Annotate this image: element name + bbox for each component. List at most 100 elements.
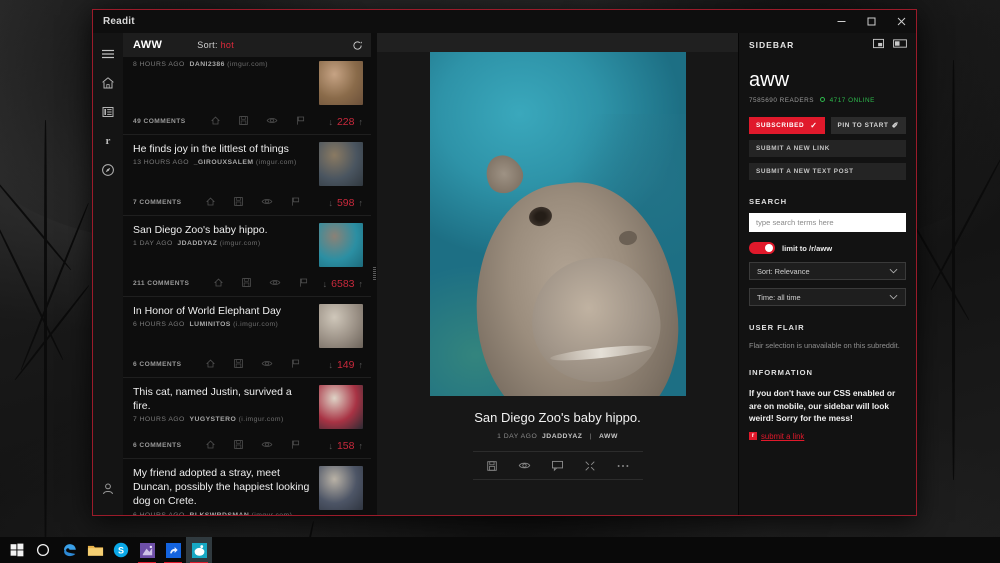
eye-icon[interactable] [261, 194, 273, 212]
flag-icon[interactable] [298, 275, 309, 293]
expand-icon[interactable] [584, 460, 596, 472]
pin-to-start-button[interactable]: PIN TO START ✐ [830, 117, 906, 134]
subscribed-button[interactable]: SUBSCRIBED ✓ [749, 117, 825, 134]
post-thumbnail[interactable] [319, 61, 363, 105]
maximize-button[interactable] [856, 10, 886, 33]
subreddits-icon[interactable] [93, 97, 123, 126]
search-input[interactable] [749, 213, 906, 232]
save-icon[interactable] [486, 460, 498, 472]
submit-new-text-post-button[interactable]: SUBMIT A NEW TEXT POST [749, 163, 906, 180]
sort-control[interactable]: Sort: hot [197, 40, 234, 50]
cortana-button[interactable] [30, 537, 56, 563]
downvote-arrow-icon[interactable]: ↓ [328, 360, 333, 370]
post-author[interactable]: LUMINITOS [189, 321, 230, 328]
post-list-item[interactable]: San Diego Zoo's baby hippo. 1 DAY AGO JDA… [123, 216, 371, 297]
eye-icon[interactable] [518, 459, 531, 472]
minimize-button[interactable] [826, 10, 856, 33]
refresh-icon[interactable] [352, 40, 363, 51]
save-icon[interactable] [233, 194, 244, 212]
more-icon[interactable] [616, 463, 630, 469]
wide-layout-icon[interactable] [893, 36, 907, 54]
pane-layout-icon[interactable] [873, 36, 884, 54]
upvote-icon[interactable] [205, 437, 216, 455]
post-domain[interactable]: (imgur.com) [256, 159, 297, 166]
downvote-arrow-icon[interactable]: ↓ [328, 117, 333, 127]
post-author[interactable]: DANI2386 [189, 61, 224, 68]
post-thumbnail[interactable] [319, 385, 363, 429]
save-icon[interactable] [238, 113, 249, 131]
app-blue-button[interactable] [160, 537, 186, 563]
upvote-icon[interactable] [205, 194, 216, 212]
readit-taskbar-button[interactable] [186, 537, 212, 563]
post-comment-count[interactable]: 6 COMMENTS [133, 442, 181, 449]
eye-icon[interactable] [269, 275, 281, 293]
post-list-item[interactable]: This cat, named Justin, survived a fire.… [123, 378, 371, 459]
app-purple-button[interactable] [134, 537, 160, 563]
downvote-arrow-icon[interactable]: ↓ [328, 198, 333, 208]
save-icon[interactable] [233, 356, 244, 374]
post-list-item[interactable]: He finds joy in the littlest of things 13… [123, 135, 371, 216]
post-author[interactable]: BLKSWRDSMAN [189, 512, 249, 515]
post-comment-count[interactable]: 49 COMMENTS [133, 118, 186, 125]
file-explorer-button[interactable] [82, 537, 108, 563]
start-button[interactable] [4, 537, 30, 563]
upvote-arrow-icon[interactable]: ↑ [359, 360, 364, 370]
reddit-r-icon[interactable]: r [93, 126, 123, 155]
explore-icon[interactable] [93, 155, 123, 184]
post-image[interactable] [429, 52, 686, 396]
comment-icon[interactable] [551, 459, 564, 472]
detail-subreddit[interactable]: AWW [599, 433, 618, 440]
submit-new-link-button[interactable]: SUBMIT A NEW LINK [749, 140, 906, 157]
post-author[interactable]: JDADDYAZ [177, 240, 217, 247]
post-comment-count[interactable]: 7 COMMENTS [133, 199, 181, 206]
downvote-arrow-icon[interactable]: ↓ [323, 279, 328, 289]
detail-author[interactable]: JDADDYAZ [542, 433, 582, 440]
account-icon[interactable] [93, 474, 123, 503]
upvote-arrow-icon[interactable]: ↑ [359, 279, 364, 289]
post-comment-count[interactable]: 211 COMMENTS [133, 280, 189, 287]
limit-toggle[interactable] [749, 242, 775, 254]
skype-button[interactable]: S [108, 537, 134, 563]
upvote-icon[interactable] [213, 275, 224, 293]
eye-icon[interactable] [261, 356, 273, 374]
post-domain[interactable]: (imgur.com) [227, 61, 268, 68]
post-thumbnail[interactable] [319, 142, 363, 186]
downvote-arrow-icon[interactable]: ↓ [328, 441, 333, 451]
post-author[interactable]: YUGYSTERO [189, 416, 236, 423]
flag-icon[interactable] [295, 113, 306, 131]
post-list-scroll[interactable]: 8 HOURS AGO DANI2386 (imgur.com) 49 COMME… [123, 57, 371, 515]
upvote-arrow-icon[interactable]: ↑ [359, 117, 364, 127]
upvote-icon[interactable] [210, 113, 221, 131]
upvote-icon[interactable] [205, 356, 216, 374]
sort-select[interactable]: Sort: Relevance [749, 262, 906, 280]
home-icon[interactable] [93, 68, 123, 97]
post-author[interactable]: _GIROUXSALEM [194, 159, 254, 166]
eye-icon[interactable] [266, 113, 278, 131]
menu-icon[interactable] [93, 39, 123, 68]
post-thumbnail[interactable] [319, 466, 363, 510]
flag-icon[interactable] [290, 437, 301, 455]
flag-icon[interactable] [290, 194, 301, 212]
post-thumbnail[interactable] [319, 304, 363, 348]
post-domain[interactable]: (imgur.com) [220, 240, 261, 247]
information-link-row[interactable]: r submit a link [749, 432, 906, 441]
post-list-item[interactable]: In Honor of World Elephant Day 6 HOURS AG… [123, 297, 371, 378]
edge-button[interactable] [56, 537, 82, 563]
post-domain[interactable]: (i.imgur.com) [239, 416, 284, 423]
window-titlebar[interactable]: Readit [93, 10, 916, 33]
post-domain[interactable]: (i.imgur.com) [233, 321, 278, 328]
post-thumbnail[interactable] [319, 223, 363, 267]
submit-a-link-link[interactable]: submit a link [761, 432, 804, 441]
time-select[interactable]: Time: all time [749, 288, 906, 306]
post-list-item[interactable]: My friend adopted a stray, meet Duncan, … [123, 459, 371, 515]
save-icon[interactable] [241, 275, 252, 293]
post-domain[interactable]: (imgur.com) [252, 512, 293, 515]
close-button[interactable] [886, 10, 916, 33]
limit-to-subreddit-row[interactable]: limit to /r/aww [749, 242, 906, 254]
eye-icon[interactable] [261, 437, 273, 455]
post-list-item[interactable]: 8 HOURS AGO DANI2386 (imgur.com) 49 COMME… [123, 57, 371, 135]
upvote-arrow-icon[interactable]: ↑ [359, 441, 364, 451]
upvote-arrow-icon[interactable]: ↑ [359, 198, 364, 208]
save-icon[interactable] [233, 437, 244, 455]
post-comment-count[interactable]: 6 COMMENTS [133, 361, 181, 368]
